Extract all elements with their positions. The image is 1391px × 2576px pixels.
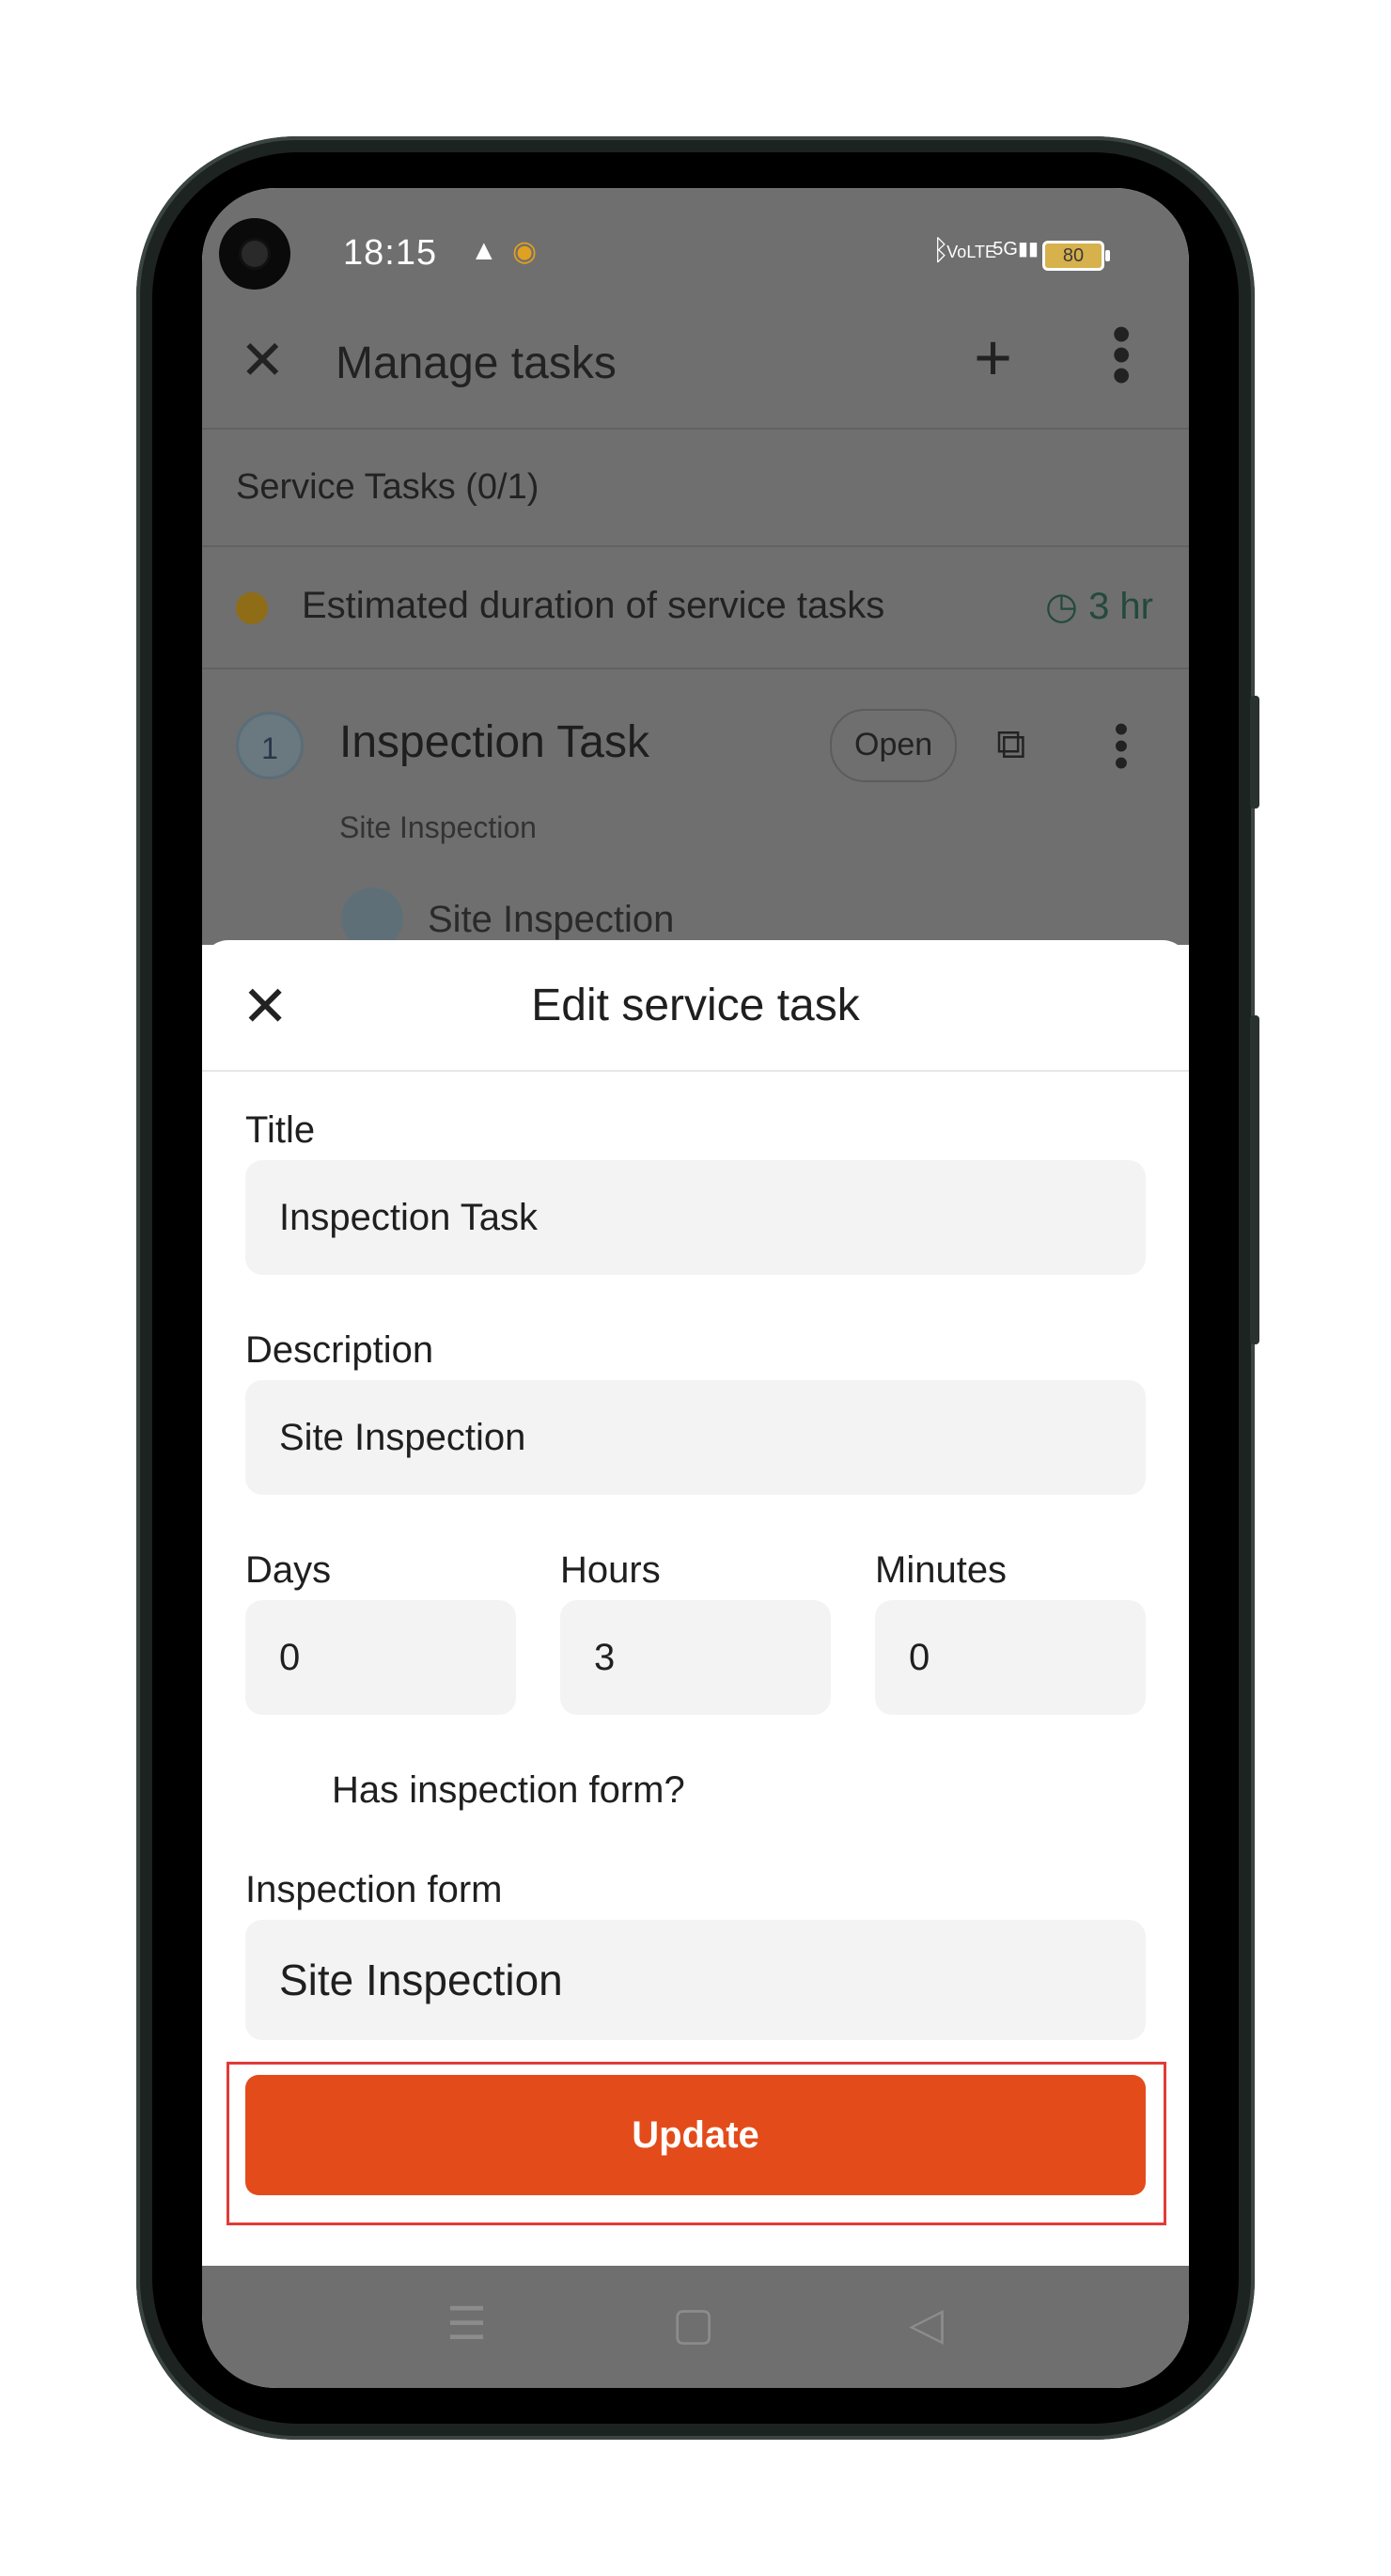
task-title: Inspection Task xyxy=(339,717,649,767)
minutes-field[interactable]: 0 xyxy=(875,1600,1146,1715)
volte-icon: VoLTE xyxy=(946,243,996,261)
estimate-value: ◷ 3 hr xyxy=(1045,585,1153,628)
background-screen: ✕ Manage tasks + • • • Service Tasks (0/1)… xyxy=(202,296,1189,950)
days-label: Days xyxy=(245,1549,332,1591)
more-vert-icon[interactable]: • • • xyxy=(1112,307,1131,403)
page-title: Manage tasks xyxy=(336,338,617,388)
volume-button xyxy=(1250,696,1259,809)
app-bar: ✕ Manage tasks + • • • xyxy=(202,296,1189,430)
description-label: Description xyxy=(245,1329,434,1371)
battery-level: 80 xyxy=(1062,245,1085,266)
task-form-name: Site Inspection xyxy=(428,899,675,940)
hours-field[interactable]: 3 xyxy=(560,1600,831,1715)
has-inspection-form-label: Has inspection form? xyxy=(332,1769,685,1811)
signal-icon: 5G▮▮ xyxy=(992,239,1039,259)
network-label: 5G xyxy=(992,239,1018,259)
clock-icon: ◷ xyxy=(1045,586,1089,627)
status-time: 18:15 xyxy=(343,233,438,273)
description-field[interactable]: Site Inspection xyxy=(245,1380,1146,1495)
section-header-label: Service Tasks (0/1) xyxy=(236,467,539,507)
status-dot xyxy=(236,592,268,624)
title-label: Title xyxy=(245,1109,316,1151)
back-nav-icon[interactable]: ◁ xyxy=(909,2298,944,2350)
hours-label: Hours xyxy=(560,1549,661,1591)
power-button xyxy=(1250,1015,1259,1344)
system-nav-bar: ☰ ▢ ◁ xyxy=(202,2266,1189,2388)
status-badge: Open xyxy=(830,709,958,782)
task-more-vert-icon[interactable]: • • • xyxy=(1112,709,1131,784)
menu-nav-icon[interactable]: ☰ xyxy=(446,2298,487,2350)
inspection-form-select[interactable]: Site Inspection xyxy=(245,1920,1146,2040)
inspection-form-label: Inspection form xyxy=(245,1869,503,1910)
app-notification-icon-2: ◉ xyxy=(512,236,538,267)
estimate-label: Estimated duration of service tasks xyxy=(302,585,885,626)
task-number-badge: 1 xyxy=(236,712,304,779)
phone-screen: 18:15 ▲ ◉ ᛒ VoLTE 5G▮▮ 80 ✕ Manage tasks… xyxy=(202,188,1189,2388)
estimate-duration: 3 hr xyxy=(1088,586,1153,627)
battery-icon: 80 xyxy=(1042,241,1110,271)
plus-icon[interactable]: + xyxy=(974,324,1012,390)
estimate-row: Estimated duration of service tasks ◷ 3 … xyxy=(202,547,1189,669)
copy-icon[interactable]: ⧉ xyxy=(996,721,1025,768)
sheet-title: Edit service task xyxy=(531,981,860,1030)
edit-task-sheet: ✕ Edit service task Title Inspection Tas… xyxy=(202,940,1189,2266)
home-nav-icon[interactable]: ▢ xyxy=(672,2298,714,2350)
sheet-header: ✕ Edit service task xyxy=(202,940,1189,1072)
days-field[interactable]: 0 xyxy=(245,1600,516,1715)
section-header: Service Tasks (0/1) xyxy=(202,428,1189,547)
title-field[interactable]: Inspection Task xyxy=(245,1160,1146,1275)
task-card[interactable]: 1 Inspection Task Open ⧉ • • • Site Inspec… xyxy=(202,669,1189,951)
app-notification-icon: ▲ xyxy=(470,235,498,266)
update-button[interactable]: Update xyxy=(245,2075,1146,2195)
status-bar: 18:15 ▲ ◉ ᛒ VoLTE 5G▮▮ 80 xyxy=(202,188,1189,310)
task-subtitle: Site Inspection xyxy=(339,810,537,844)
minutes-label: Minutes xyxy=(875,1549,1008,1591)
camera-cutout xyxy=(219,218,290,290)
close-icon[interactable]: ✕ xyxy=(240,334,286,388)
